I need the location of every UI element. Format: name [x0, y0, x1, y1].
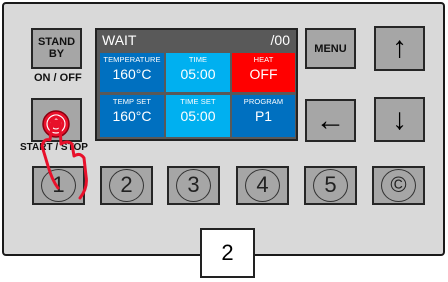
- callout-number: 2: [221, 240, 234, 265]
- display-cell-time-set: TIME SET 05:00: [166, 95, 230, 137]
- number-button-5[interactable]: 5: [304, 166, 357, 205]
- number-button-label: 2: [109, 169, 144, 202]
- display-cell-caption: TIME: [188, 55, 208, 64]
- display-cell-caption: TIME SET: [180, 97, 216, 106]
- display-cell-caption: TEMPERATURE: [103, 55, 161, 64]
- number-button-6[interactable]: ©: [372, 166, 425, 205]
- standby-button[interactable]: STAND BY: [31, 28, 82, 69]
- display-cell-value: 05:00: [180, 66, 216, 82]
- up-button[interactable]: ↑: [374, 26, 425, 71]
- number-button-label: 4: [245, 169, 280, 202]
- down-button[interactable]: ↓: [374, 97, 425, 142]
- display-cell-value: 160°C: [112, 108, 152, 124]
- display-cell-caption: PROGRAM: [243, 97, 284, 106]
- display-cell-time: TIME 05:00: [166, 53, 230, 92]
- display-cell-caption: TEMP SET: [112, 97, 152, 106]
- display-cell-caption: HEAT: [253, 55, 274, 64]
- hand-pointer-icon: [40, 110, 88, 200]
- menu-button[interactable]: MENU: [305, 28, 356, 69]
- standby-label-line2: BY: [48, 48, 65, 60]
- callout-box: 2: [200, 228, 255, 278]
- number-button-label: 5: [313, 169, 348, 202]
- number-button-3[interactable]: 3: [167, 166, 220, 205]
- display-cell-temp-set: TEMP SET 160°C: [100, 95, 164, 137]
- number-button-label: 3: [176, 169, 211, 202]
- left-arrow-icon: ←: [315, 104, 346, 137]
- number-button-label: ©: [381, 169, 416, 202]
- on-off-label: ON / OFF: [34, 72, 82, 84]
- display-cell-value: 160°C: [112, 66, 152, 82]
- display-status: WAIT: [102, 32, 137, 48]
- up-arrow-icon: ↑: [392, 31, 407, 64]
- down-arrow-icon: ↓: [392, 103, 407, 136]
- number-button-2[interactable]: 2: [100, 166, 153, 205]
- display-cell-value: 05:00: [180, 108, 216, 124]
- display-counter: /00: [270, 32, 290, 48]
- display-cell-heat: HEAT OFF: [232, 53, 295, 92]
- display-cell-value: P1: [254, 108, 273, 124]
- display-cell-program: PROGRAM P1: [232, 95, 295, 137]
- lcd-display: WAIT /00 TEMPERATURE 160°C TIME 05:00 HEAT OF…: [95, 28, 298, 141]
- display-cell-value: OFF: [249, 66, 278, 82]
- left-button[interactable]: ←: [305, 99, 356, 142]
- menu-label: MENU: [314, 43, 347, 55]
- number-button-4[interactable]: 4: [236, 166, 289, 205]
- display-cell-temperature: TEMPERATURE 160°C: [100, 53, 164, 92]
- standby-label-line1: STAND: [37, 36, 76, 48]
